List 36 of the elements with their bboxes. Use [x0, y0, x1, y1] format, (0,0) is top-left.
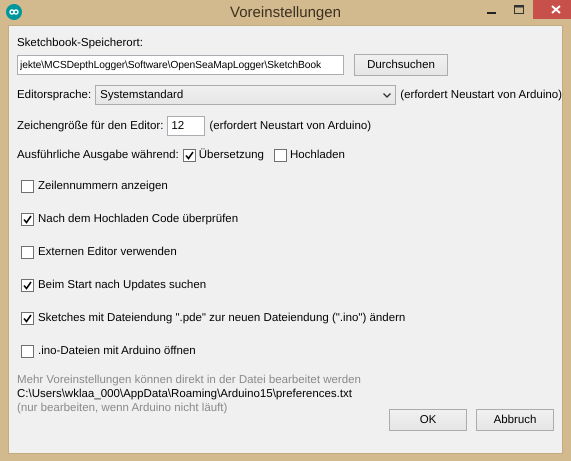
chevron-down-icon [383, 92, 392, 98]
checkbox-label: Sketches mit Dateiendung ".pde" zur neuen Dateiendung (".ino") ändern [38, 311, 406, 325]
restart-note: (erfordert Neustart von Arduino) [400, 88, 562, 102]
ok-button[interactable]: OK [389, 409, 467, 431]
restart-note: (erfordert Neustart von Arduino) [209, 119, 372, 133]
close-icon[interactable] [533, 0, 571, 19]
checkbox-label: .ino-Dateien mit Arduino öffnen [38, 344, 196, 358]
checkbox[interactable] [21, 312, 34, 324]
checkbox[interactable] [21, 212, 34, 226]
checkbox[interactable] [182, 148, 196, 162]
sketchbook-path-field[interactable]: jekte\MCSDepthLogger\Software\OpenSeaMapLogger\SketchBook [17, 55, 344, 75]
language-dropdown[interactable]: Systemstandard [95, 85, 396, 105]
language-label: Editorsprache: [17, 88, 92, 102]
app-logo-icon [6, 4, 22, 20]
hint-text: (nur bearbeiten, wenn Arduino nicht läuft) [17, 401, 228, 415]
maximize-icon[interactable] [514, 5, 524, 14]
checkbox[interactable] [21, 246, 34, 258]
preferences-path: C:\Users\wklaa_000\AppData\Roaming\Arduino15\preferences.txt [17, 387, 353, 401]
verbose-output-label: Ausführliche Ausgabe während: [17, 148, 179, 162]
hint-text: Mehr Voreinstellungen können direkt in der Datei bearbeitet werden [17, 373, 362, 387]
checkbox[interactable] [21, 278, 34, 292]
font-size-label: Zeichengröße für den Editor: [17, 119, 164, 133]
sketchbook-label: Sketchbook-Speicherort: [17, 36, 144, 50]
checkbox[interactable] [21, 180, 34, 192]
window-title: Voreinstellungen [230, 4, 341, 21]
checkbox-label: Externen Editor verwenden [38, 245, 177, 259]
checkbox-label: Nach dem Hochladen Code überprüfen [38, 212, 238, 226]
checkbox[interactable] [274, 148, 287, 162]
checkbox[interactable] [21, 344, 34, 358]
font-size-field[interactable]: 12 [167, 116, 206, 136]
cancel-button[interactable]: Abbruch [476, 409, 554, 431]
checkbox-label: Übersetzung [198, 148, 264, 162]
browse-button[interactable]: Durchsuchen [354, 54, 448, 76]
checkbox-label: Hochladen [290, 148, 345, 162]
checkbox-label: Beim Start nach Updates suchen [38, 278, 206, 292]
checkbox-label: Zeilennummern anzeigen [38, 179, 168, 193]
